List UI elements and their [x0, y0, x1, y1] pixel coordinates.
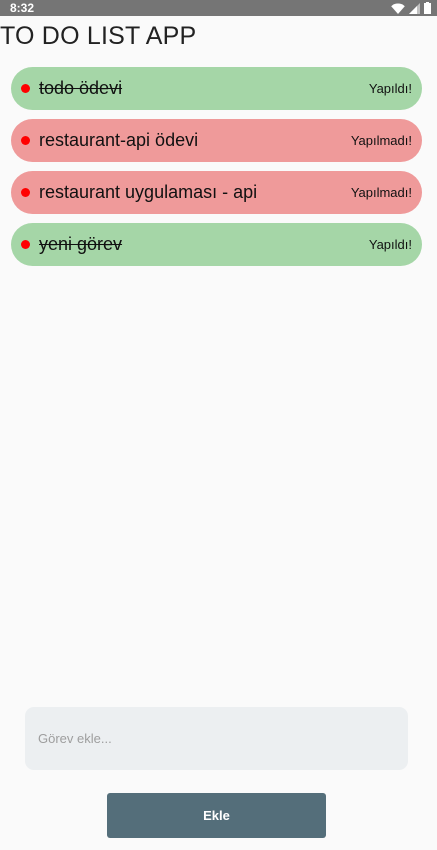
battery-icon: [424, 2, 431, 14]
task-input[interactable]: [25, 707, 408, 770]
bullet-icon: [21, 240, 30, 249]
status-icons: [391, 2, 431, 14]
todo-item[interactable]: yeni görev Yapıldı!: [11, 223, 422, 266]
status-bar: 8:32: [0, 0, 437, 16]
signal-icon: [409, 2, 420, 14]
add-button[interactable]: Ekle: [107, 793, 326, 838]
bullet-icon: [21, 188, 30, 197]
app-title: TO DO LIST APP: [0, 22, 197, 50]
todo-text: restaurant uygulaması - api: [39, 182, 258, 202]
todo-item[interactable]: restaurant-api ödevi Yapılmadı!: [11, 119, 422, 162]
bullet-icon: [21, 84, 30, 93]
todo-text: yeni görev: [39, 234, 123, 254]
todo-text: restaurant-api ödevi: [39, 130, 199, 150]
wifi-icon: [391, 3, 405, 14]
todo-text: todo ödevi: [39, 78, 123, 98]
todo-item[interactable]: restaurant uygulaması - api Yapılmadı!: [11, 171, 422, 214]
todo-status[interactable]: Yapılmadı!: [351, 119, 412, 162]
todo-list: todo ödevi Yapıldı! restaurant-api ödevi…: [11, 67, 422, 275]
todo-item[interactable]: todo ödevi Yapıldı!: [11, 67, 422, 110]
status-time: 8:32: [10, 1, 35, 15]
todo-status[interactable]: Yapılmadı!: [351, 171, 412, 214]
todo-status[interactable]: Yapıldı!: [369, 223, 412, 266]
todo-status[interactable]: Yapıldı!: [369, 67, 412, 110]
bullet-icon: [21, 136, 30, 145]
